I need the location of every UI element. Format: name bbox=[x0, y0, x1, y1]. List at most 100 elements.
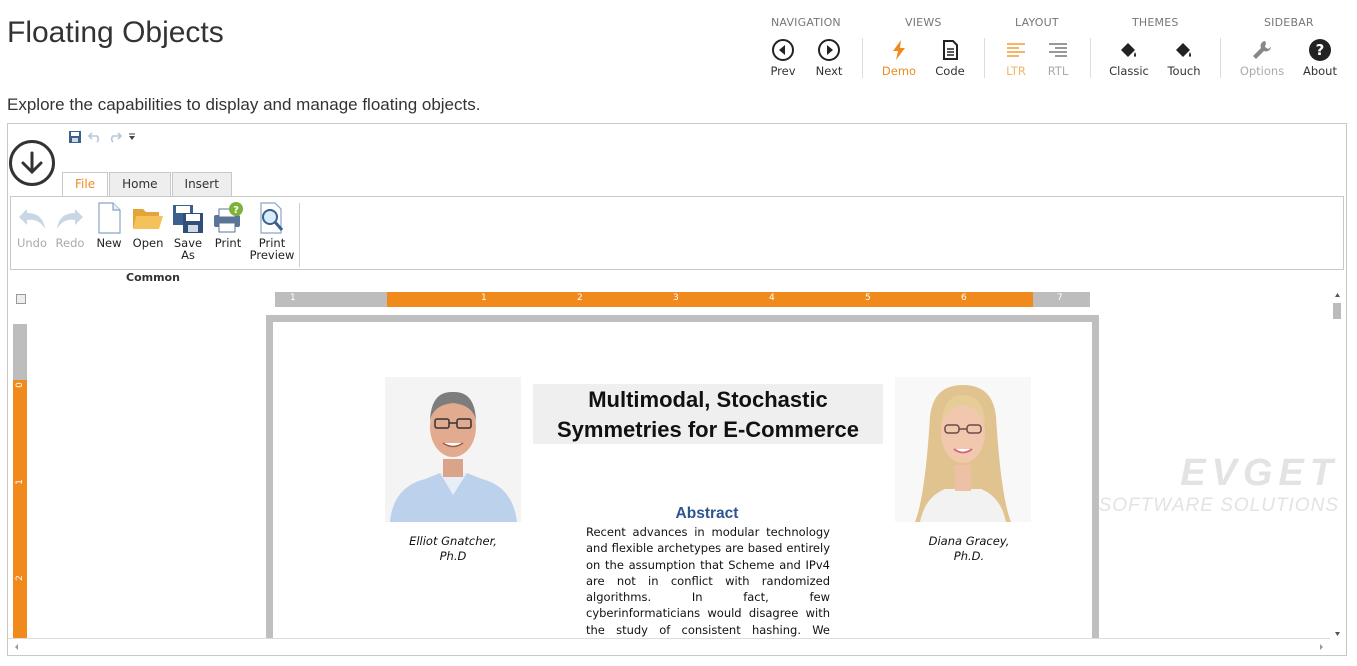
divider bbox=[984, 38, 985, 78]
circle-left-arrow-icon bbox=[772, 39, 794, 61]
lightning-icon bbox=[893, 40, 905, 60]
author2-degree: Ph.D. bbox=[953, 549, 985, 563]
horizontal-scrollbar[interactable] bbox=[8, 638, 1330, 655]
ruler-label: 2 bbox=[14, 575, 25, 581]
tab-file[interactable]: File bbox=[62, 172, 109, 197]
paint-bucket-icon bbox=[1176, 43, 1191, 57]
next-button[interactable]: Next bbox=[805, 38, 853, 78]
tab-selector[interactable] bbox=[16, 294, 26, 304]
open-button[interactable]: Open bbox=[129, 201, 167, 249]
author1-caption[interactable]: Elliot Gnatcher, Ph.D bbox=[385, 534, 521, 564]
document-title[interactable]: Multimodal, Stochastic Symmetries for E-… bbox=[533, 384, 883, 444]
new-button[interactable]: New bbox=[91, 201, 127, 249]
scroll-up-icon[interactable] bbox=[1329, 290, 1346, 300]
application-menu-button[interactable] bbox=[9, 140, 55, 186]
print-preview-label-2: Preview bbox=[249, 248, 295, 262]
code-label: Code bbox=[935, 64, 965, 78]
undo-button[interactable]: Undo bbox=[13, 201, 51, 249]
ltr-label: LTR bbox=[1006, 64, 1026, 78]
author2-caption[interactable]: Diana Gracey, Ph.D. bbox=[901, 534, 1037, 564]
options-button[interactable]: Options bbox=[1238, 38, 1286, 78]
ribbon-panel: Undo Redo New Open Save As ? Print Print… bbox=[10, 196, 1344, 270]
save-as-icon bbox=[173, 205, 203, 233]
touch-label: Touch bbox=[1167, 64, 1201, 78]
touch-theme-button[interactable]: Touch bbox=[1160, 38, 1208, 78]
abstract-text[interactable]: Recent advances in modular technology an… bbox=[586, 524, 830, 652]
undo-label: Undo bbox=[16, 236, 48, 250]
top-toolbar: NAVIGATION VIEWS LAYOUT THEMES SIDEBAR P… bbox=[759, 14, 1350, 78]
author1-photo[interactable] bbox=[385, 377, 521, 522]
author1-degree: Ph.D bbox=[439, 549, 467, 563]
document-page[interactable]: Multimodal, Stochastic Symmetries for E-… bbox=[273, 322, 1092, 652]
save-as-label-2: As bbox=[181, 248, 195, 262]
document-canvas[interactable]: Multimodal, Stochastic Symmetries for E-… bbox=[266, 315, 1099, 652]
scroll-left-icon[interactable] bbox=[12, 642, 22, 652]
undo-small-icon[interactable] bbox=[88, 131, 102, 143]
save-icon[interactable] bbox=[68, 130, 82, 144]
about-button[interactable]: ? About bbox=[1296, 38, 1344, 78]
redo-small-icon[interactable] bbox=[108, 131, 122, 143]
printer-icon: ? bbox=[214, 202, 243, 233]
svg-text:?: ? bbox=[1316, 41, 1325, 59]
classic-theme-button[interactable]: Classic bbox=[1105, 38, 1153, 78]
customize-dropdown-icon[interactable] bbox=[128, 133, 136, 141]
code-button[interactable]: Code bbox=[926, 38, 974, 78]
vertical-scrollbar[interactable] bbox=[1329, 285, 1346, 639]
ruler-label: 4 bbox=[769, 293, 775, 303]
group-label-layout: LAYOUT bbox=[1015, 16, 1059, 29]
group-label-navigation: NAVIGATION bbox=[771, 16, 841, 29]
horizontal-ruler[interactable]: 1 1 2 3 4 5 6 7 bbox=[275, 292, 1090, 307]
about-label: About bbox=[1302, 64, 1337, 78]
save-as-button[interactable]: Save As bbox=[169, 201, 207, 261]
prev-button[interactable]: Prev bbox=[759, 38, 807, 78]
page-subtitle: Explore the capabilities to display and … bbox=[7, 95, 481, 114]
folder-open-icon bbox=[133, 209, 163, 229]
title-line-1: Multimodal, Stochastic bbox=[588, 387, 828, 412]
document-icon bbox=[943, 40, 958, 60]
divider bbox=[1220, 38, 1221, 78]
divider bbox=[1090, 38, 1091, 78]
group-label-views: VIEWS bbox=[905, 16, 942, 29]
app-title: Floating Objects bbox=[7, 16, 224, 49]
ruler-label: 1 bbox=[14, 479, 25, 485]
ruler-label: 6 bbox=[961, 293, 967, 303]
classic-label: Classic bbox=[1109, 64, 1149, 78]
scroll-right-icon[interactable] bbox=[1316, 642, 1326, 652]
title-line-2: Symmetries for E-Commerce bbox=[556, 417, 859, 442]
ruler-label: 2 bbox=[577, 293, 583, 303]
group-label-sidebar: SIDEBAR bbox=[1264, 16, 1314, 29]
ruler-label: 7 bbox=[1057, 293, 1063, 303]
next-label: Next bbox=[815, 64, 843, 78]
wrench-icon bbox=[1253, 41, 1271, 59]
ltr-button[interactable]: LTR bbox=[992, 38, 1040, 78]
redo-icon bbox=[57, 209, 83, 229]
scroll-down-icon[interactable] bbox=[1329, 629, 1346, 639]
new-label: New bbox=[96, 236, 122, 250]
demo-button[interactable]: Demo bbox=[875, 38, 923, 78]
ribbon-tabs: File Home Insert bbox=[62, 172, 233, 197]
scrollbar-thumb[interactable] bbox=[1333, 303, 1341, 319]
print-preview-icon bbox=[260, 202, 284, 234]
demo-label: Demo bbox=[881, 64, 917, 78]
tab-insert[interactable]: Insert bbox=[171, 172, 232, 196]
print-label: Print bbox=[214, 236, 242, 250]
redo-button[interactable]: Redo bbox=[51, 201, 89, 249]
author1-name: Elliot Gnatcher, bbox=[409, 534, 497, 548]
print-preview-button[interactable]: Print Preview bbox=[249, 201, 295, 261]
question-circle-icon: ? bbox=[1309, 39, 1331, 61]
print-button[interactable]: ? Print bbox=[209, 201, 247, 249]
tab-home[interactable]: Home bbox=[109, 172, 171, 196]
options-label: Options bbox=[1239, 64, 1285, 78]
rich-edit-control: File Home Insert Undo Redo New Open Save… bbox=[7, 123, 1347, 656]
redo-label: Redo bbox=[55, 236, 85, 250]
author2-photo[interactable] bbox=[895, 377, 1031, 522]
svg-text:?: ? bbox=[233, 205, 239, 216]
new-document-icon bbox=[98, 202, 121, 234]
quick-access-toolbar bbox=[68, 128, 136, 146]
divider bbox=[862, 38, 863, 78]
ruler-label: 1 bbox=[481, 293, 487, 303]
rtl-button[interactable]: RTL bbox=[1034, 38, 1082, 78]
ruler-label: 5 bbox=[865, 293, 871, 303]
vertical-ruler[interactable]: 0 1 2 bbox=[13, 324, 27, 640]
ruler-active-area bbox=[13, 380, 27, 640]
